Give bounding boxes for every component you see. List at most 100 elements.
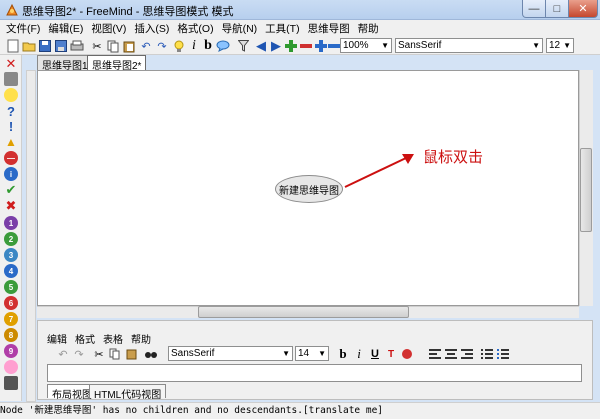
smiley-icon[interactable]	[4, 360, 18, 374]
priority-2-icon[interactable]: 2	[4, 232, 18, 246]
editor-menu-format[interactable]: 格式	[75, 331, 95, 346]
editor-menu-table[interactable]: 表格	[103, 331, 123, 346]
window-title: 思维导图2* - FreeMind - 思维导图模式 模式	[22, 6, 234, 18]
priority-9-icon[interactable]: 9	[4, 344, 18, 358]
editor-menu: 编辑 格式 表格 帮助	[47, 331, 159, 346]
priority-3-icon[interactable]: 3	[4, 248, 18, 262]
remove-last-icon[interactable]: ✕	[4, 56, 18, 71]
editor-font-select[interactable]: SansSerif ▼	[168, 346, 293, 361]
redo-icon[interactable]: ↷	[154, 38, 170, 54]
redo-icon[interactable]: ↷	[71, 346, 87, 362]
menu-view[interactable]: 视图(V)	[91, 21, 126, 36]
zoom-value: 100%	[343, 40, 369, 51]
phone-icon[interactable]	[4, 376, 18, 390]
underline-icon[interactable]: U	[367, 346, 383, 362]
menu-bar: 文件(F) 编辑(E) 视图(V) 插入(S) 格式(O) 导航(N) 工具(T…	[0, 20, 600, 37]
align-center-icon[interactable]	[443, 346, 459, 362]
numbered-list-icon[interactable]	[495, 346, 511, 362]
editor-menu-help[interactable]: 帮助	[131, 331, 151, 346]
bold-icon[interactable]: b	[200, 38, 216, 54]
menu-navigate[interactable]: 导航(N)	[222, 21, 258, 36]
annotation-text: 鼠标双击	[423, 149, 484, 166]
checkmark-icon[interactable]: ✔	[4, 182, 18, 197]
chevron-down-icon: ▼	[318, 349, 326, 358]
annotation-arrow	[344, 154, 414, 188]
italic-icon[interactable]: i	[351, 346, 367, 362]
priority-7-icon[interactable]: 7	[4, 312, 18, 326]
save-as-icon[interactable]	[53, 38, 69, 54]
copy-icon[interactable]	[105, 38, 121, 54]
open-icon[interactable]	[21, 38, 37, 54]
strikethrough-icon[interactable]	[399, 346, 415, 362]
align-left-icon[interactable]	[427, 346, 443, 362]
editor-size-select[interactable]: 14 ▼	[295, 346, 329, 361]
question-icon[interactable]: ?	[4, 104, 18, 119]
note-text-area[interactable]	[47, 364, 582, 382]
font-size-value: 12	[549, 40, 561, 51]
lightbulb-icon[interactable]	[171, 38, 187, 54]
editor-menu-edit[interactable]: 编辑	[47, 331, 67, 346]
new-icon[interactable]	[5, 38, 21, 54]
font-family-value: SansSerif	[398, 40, 442, 51]
warning-icon[interactable]: ▲	[4, 135, 18, 149]
cut-icon[interactable]: ✂	[89, 38, 105, 54]
forward-icon[interactable]: ▶	[268, 38, 284, 54]
font-size-select[interactable]: 12 ▼	[546, 38, 574, 53]
chevron-down-icon: ▼	[532, 41, 540, 50]
note-icon[interactable]	[215, 38, 231, 54]
copy-icon[interactable]	[107, 346, 123, 362]
undo-icon[interactable]: ↶	[138, 38, 154, 54]
priority-5-icon[interactable]: 5	[4, 280, 18, 294]
menu-insert[interactable]: 插入(S)	[134, 21, 169, 36]
undo-icon[interactable]: ↶	[55, 346, 71, 362]
trash-icon[interactable]	[4, 72, 18, 86]
cancel-icon[interactable]: ✖	[4, 198, 18, 213]
close-button[interactable]: ✕	[568, 0, 598, 18]
horizontal-scroll-thumb[interactable]	[198, 306, 409, 318]
icon-sidebar: ✕ ? ! ▲ — i ✔ ✖ 1 2 3 4 5 6 7 8 9	[0, 55, 22, 401]
idea-icon[interactable]	[4, 88, 18, 102]
chevron-down-icon: ▼	[381, 41, 389, 50]
menu-format[interactable]: 格式(O)	[177, 21, 213, 36]
menu-mindmap[interactable]: 思维导图	[308, 21, 350, 36]
priority-6-icon[interactable]: 6	[4, 296, 18, 310]
editor-font-value: SansSerif	[171, 348, 215, 359]
menu-file[interactable]: 文件(F)	[6, 21, 40, 36]
priority-1-icon[interactable]: 1	[4, 216, 18, 230]
text-color-icon[interactable]: T	[383, 346, 399, 362]
bullet-list-icon[interactable]	[479, 346, 495, 362]
filter-icon[interactable]	[235, 38, 251, 54]
info-icon[interactable]: i	[4, 167, 18, 181]
editor-size-value: 14	[298, 348, 310, 359]
align-right-icon[interactable]	[459, 346, 475, 362]
paste-icon[interactable]	[123, 346, 139, 362]
cut-icon[interactable]: ✂	[91, 346, 107, 362]
minimize-button[interactable]: —	[522, 0, 546, 18]
priority-4-icon[interactable]: 4	[4, 264, 18, 278]
status-bar: Node '新建思维导图' has no children and no des…	[0, 402, 600, 419]
menu-edit[interactable]: 编辑(E)	[48, 21, 83, 36]
chevron-down-icon: ▼	[563, 41, 571, 50]
bold-icon[interactable]: b	[335, 346, 351, 362]
icon-sidebar-scrollbar[interactable]	[26, 70, 36, 402]
print-icon[interactable]	[69, 38, 85, 54]
menu-tools[interactable]: 工具(T)	[265, 21, 299, 36]
zoom-select[interactable]: 100% ▼	[340, 38, 392, 53]
find-icon[interactable]	[143, 346, 159, 362]
menu-help[interactable]: 帮助	[358, 21, 379, 36]
vertical-scroll-thumb[interactable]	[580, 148, 592, 232]
remove-node-icon[interactable]	[298, 38, 314, 54]
tab-mindmap-2[interactable]: 思维导图2*	[87, 55, 147, 72]
tab-html-view[interactable]: HTML代码视图	[89, 384, 167, 401]
maximize-button[interactable]: □	[545, 0, 569, 18]
paste-icon[interactable]	[121, 38, 137, 54]
save-icon[interactable]	[37, 38, 53, 54]
stop-icon[interactable]: —	[4, 151, 18, 165]
priority-8-icon[interactable]: 8	[4, 328, 18, 342]
add-node-icon[interactable]	[283, 38, 299, 54]
font-family-select[interactable]: SansSerif ▼	[395, 38, 543, 53]
exclamation-icon[interactable]: !	[4, 119, 18, 134]
root-node[interactable]: 新建思维导图	[275, 175, 343, 203]
freemind-app-icon	[5, 3, 19, 17]
back-icon[interactable]: ◀	[253, 38, 269, 54]
